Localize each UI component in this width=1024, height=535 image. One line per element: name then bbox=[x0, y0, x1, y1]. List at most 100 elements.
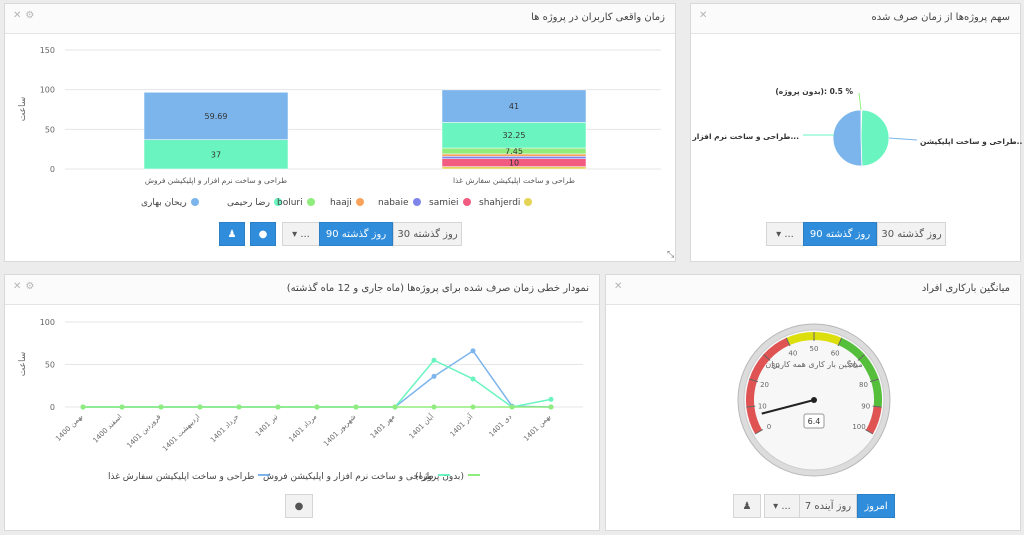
legend-swatch bbox=[190, 198, 199, 206]
line-chart-panel: ✕ ⚙ نمودار خطی زمان صرف شده برای پروژه‌ها… bbox=[4, 274, 600, 531]
resize-handle[interactable]: ⤡ bbox=[667, 250, 674, 260]
data-point bbox=[548, 404, 554, 410]
x-tick-label: آبان 1401 bbox=[407, 411, 436, 440]
panel-title: میانگین بارکاری افراد bbox=[921, 283, 1010, 294]
more-dropdown[interactable]: ▾ ... bbox=[764, 494, 800, 518]
legend-swatch bbox=[462, 198, 471, 206]
gauge-value: 6.4 bbox=[808, 417, 821, 426]
panel-controls: ✕ bbox=[614, 281, 626, 292]
legend-item[interactable]: boluri bbox=[277, 198, 315, 208]
pie-label: (بدون پروژه): 0.5 % bbox=[775, 87, 853, 96]
legend-item[interactable]: ریحان بهاری bbox=[141, 198, 199, 208]
pie-slice bbox=[860, 109, 890, 167]
gear-icon[interactable]: ⚙ bbox=[25, 281, 34, 292]
legend-label: samiei bbox=[429, 198, 459, 208]
legend-item[interactable]: nabaie bbox=[378, 198, 421, 208]
legend-item[interactable]: رضا رحیمی bbox=[227, 198, 282, 208]
line-chart: 100 50 0 ساعت بهمن 1400اسفند 1400فروردین 140… bbox=[18, 318, 583, 453]
pie-panel: ✕ سهم پروژه‌ها از زمان صرف شده (بدون پرو… bbox=[690, 3, 1022, 262]
label-connector bbox=[858, 92, 862, 111]
last-90-days-button[interactable]: 90 روز گذشته bbox=[319, 222, 393, 246]
panel-title: نمودار خطی زمان صرف شده برای پروژه‌ها (م… bbox=[286, 283, 589, 294]
data-point bbox=[119, 404, 125, 410]
projects-button[interactable]: ● bbox=[250, 222, 276, 246]
panel-controls: ✕ ⚙ bbox=[13, 10, 38, 21]
legend-item[interactable]: haaji bbox=[330, 198, 364, 208]
legend-label: رضا رحیمی bbox=[227, 198, 270, 208]
data-label: 10 bbox=[509, 159, 519, 168]
y-axis-label: ساعت bbox=[18, 352, 28, 377]
x-tick-label: فروردین 1401 bbox=[125, 413, 162, 450]
legend-swatch bbox=[355, 198, 364, 206]
close-icon[interactable]: ✕ bbox=[13, 10, 21, 21]
gauge-tick-label: 50 bbox=[810, 345, 819, 353]
legend-item[interactable]: طراحی و ساخت اپلیکیشن سفارش غذا bbox=[108, 472, 271, 482]
gauge-tick-label: 10 bbox=[758, 402, 767, 410]
gauge-tick-label: 20 bbox=[760, 381, 769, 389]
more-dropdown[interactable]: ▾ ... bbox=[282, 222, 320, 246]
x-tick-label: بهمن 1401 bbox=[522, 413, 552, 443]
y-tick-label: 100 bbox=[40, 318, 55, 327]
users-button[interactable]: ♟ bbox=[733, 494, 761, 518]
x-tick-label: طراحی و ساخت اپلیکیشن سفارش غذا bbox=[453, 176, 575, 185]
legend-label: طراحی و ساخت اپلیکیشن سفارش غذا bbox=[108, 472, 255, 482]
x-tick-label: طراحی و ساخت نرم افزار و اپلیکیشن فروش bbox=[145, 176, 287, 185]
data-point bbox=[509, 404, 515, 410]
gauge-tick-label: 60 bbox=[831, 349, 840, 357]
legend-label: haaji bbox=[330, 198, 352, 208]
users-button[interactable]: ♟ bbox=[219, 222, 245, 246]
gauge-tick-label: 100 bbox=[852, 423, 865, 431]
more-dropdown[interactable]: ▾ ... bbox=[766, 222, 804, 246]
x-tick-label: شهریور 1401 bbox=[322, 413, 357, 448]
legend-label: (بدون پروژه) bbox=[415, 472, 464, 482]
stacked-bar-panel: ✕ ⚙ زمان واقعی کاربران در پروژه ها 150 100… bbox=[4, 3, 676, 262]
data-point bbox=[197, 404, 203, 410]
legend-label: shahjerdi bbox=[479, 198, 521, 208]
data-label: 37 bbox=[211, 150, 221, 159]
close-icon[interactable]: ✕ bbox=[699, 10, 707, 21]
gauge-tick-label: 80 bbox=[859, 381, 868, 389]
pie-label: طراحی و ساخت نرم افزار و اپلی... bbox=[691, 132, 799, 141]
x-tick-label: تیر 1401 bbox=[254, 413, 279, 438]
legend-label: nabaie bbox=[378, 198, 409, 208]
legend-item[interactable]: (بدون پروژه) bbox=[415, 472, 480, 482]
data-point bbox=[431, 404, 437, 410]
bar-segment bbox=[441, 156, 587, 159]
last-90-days-button[interactable]: 90 روز گذشته bbox=[803, 222, 877, 246]
close-icon[interactable]: ✕ bbox=[614, 281, 622, 292]
data-label: 32.25 bbox=[503, 131, 526, 140]
series-line bbox=[83, 359, 552, 408]
legend-item[interactable]: samiei bbox=[429, 198, 471, 208]
data-point bbox=[158, 404, 164, 410]
y-tick-label: 0 bbox=[50, 403, 55, 412]
gauge-pivot bbox=[811, 397, 817, 403]
projects-button[interactable]: ● bbox=[285, 494, 313, 518]
data-point bbox=[548, 396, 554, 402]
x-tick-label: اردیبهشت 1401 bbox=[161, 413, 201, 453]
data-point bbox=[80, 404, 86, 410]
x-tick-label: آذر 1401 bbox=[448, 411, 475, 438]
next-7-days-button[interactable]: 7 روز آینده bbox=[799, 494, 857, 518]
pie-slice bbox=[832, 109, 863, 167]
data-point bbox=[470, 348, 476, 354]
x-tick-label: خرداد 1401 bbox=[209, 413, 240, 444]
gauge-tick-label: 90 bbox=[861, 402, 870, 410]
last-30-days-button[interactable]: 30 روز گذشته bbox=[877, 222, 946, 246]
data-point bbox=[431, 357, 437, 363]
legend-item[interactable]: shahjerdi bbox=[479, 198, 533, 208]
panel-header: ✕ ⚙ نمودار خطی زمان صرف شده برای پروژه‌ها… bbox=[5, 275, 599, 305]
data-point bbox=[353, 404, 359, 410]
gear-icon[interactable]: ⚙ bbox=[25, 10, 34, 21]
data-point bbox=[470, 376, 476, 382]
legend-label: ریحان بهاری bbox=[141, 198, 187, 208]
y-axis-label: ساعت bbox=[18, 97, 28, 122]
close-icon[interactable]: ✕ bbox=[13, 281, 21, 292]
last-30-days-button[interactable]: 30 روز گذشته bbox=[393, 222, 462, 246]
today-button[interactable]: امروز bbox=[857, 494, 895, 518]
label-connector bbox=[888, 137, 918, 141]
data-point bbox=[236, 404, 242, 410]
y-tick-label: 50 bbox=[45, 361, 55, 370]
data-point bbox=[275, 404, 281, 410]
data-point bbox=[314, 404, 320, 410]
gauge-tick-label: 40 bbox=[788, 349, 797, 357]
